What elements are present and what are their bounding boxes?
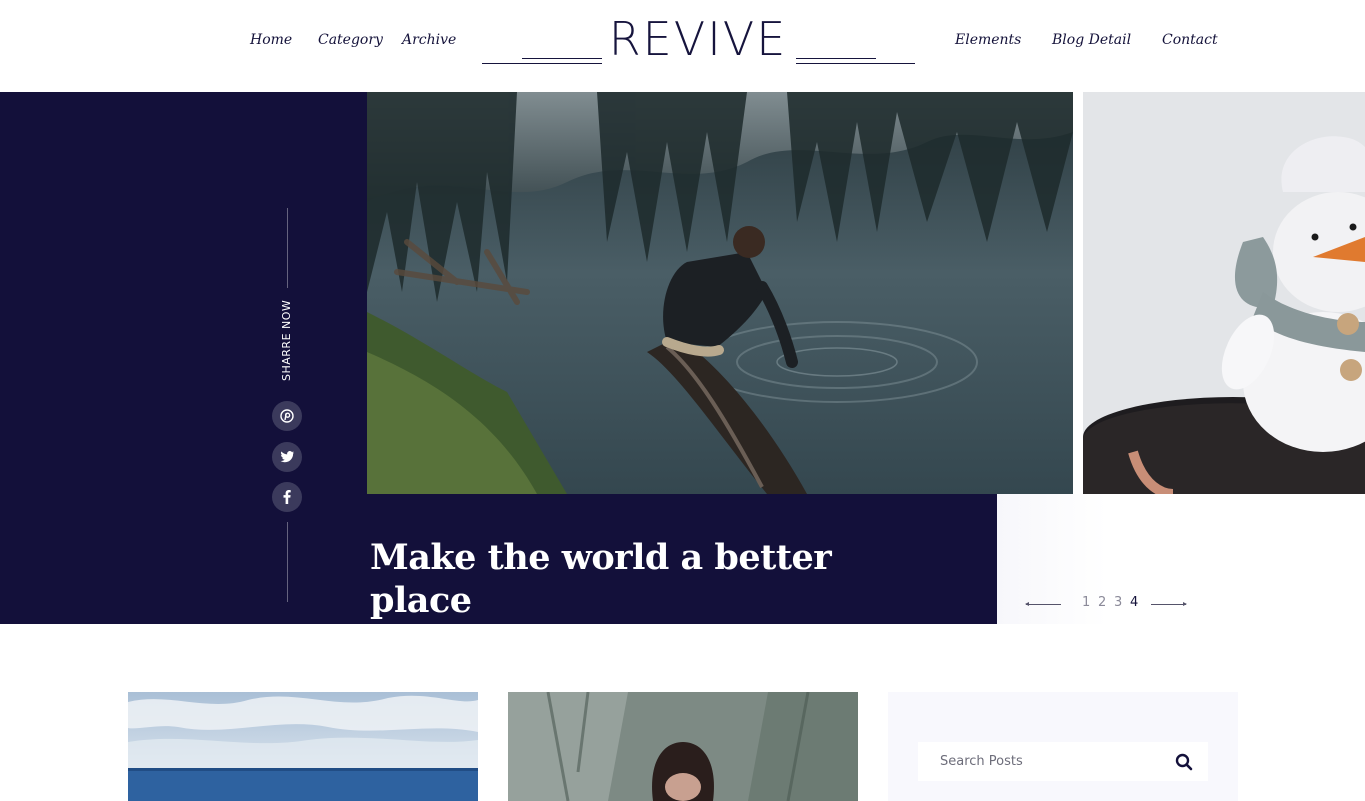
logo-rule-left-bottom: [482, 63, 602, 64]
pinterest-icon[interactable]: [272, 401, 302, 431]
page-4[interactable]: 4: [1130, 595, 1138, 610]
hero-title[interactable]: Make the world a better place with camer…: [370, 536, 930, 665]
hero-title-line-1: Make the world a better place: [370, 537, 832, 621]
logo-rule-right-bottom: [796, 63, 915, 64]
post-card-1-image[interactable]: [128, 692, 478, 801]
search-box: [918, 742, 1208, 781]
hero-image-snowman[interactable]: [1083, 92, 1365, 494]
page-1[interactable]: 1: [1082, 595, 1090, 610]
nav-archive[interactable]: Archive: [402, 32, 456, 48]
share-divider-bottom: [287, 522, 288, 602]
page-2[interactable]: 2: [1098, 595, 1106, 610]
nav-elements[interactable]: Elements: [955, 32, 1021, 48]
site-header: Home Category Archive REVIVE Elements Bl…: [0, 0, 1365, 92]
prev-arrow-icon[interactable]: [1025, 602, 1061, 606]
nav-contact[interactable]: Contact: [1162, 32, 1218, 48]
nav-home[interactable]: Home: [250, 32, 292, 48]
site-logo[interactable]: REVIVE: [600, 12, 796, 66]
search-input[interactable]: [918, 742, 1158, 781]
page-3[interactable]: 3: [1114, 595, 1122, 610]
hero-title-line-2: with camera: [370, 623, 607, 664]
logo-rule-left-top: [522, 58, 602, 59]
logo-rule-right-top: [796, 58, 876, 59]
sidebar-widget: [888, 692, 1238, 801]
search-icon[interactable]: [1174, 752, 1194, 772]
next-arrow-icon[interactable]: [1151, 602, 1187, 606]
nav-category[interactable]: Category: [318, 32, 383, 48]
facebook-icon[interactable]: [272, 482, 302, 512]
post-card-2-image[interactable]: [508, 692, 858, 801]
nav-blog-detail[interactable]: Blog Detail: [1052, 32, 1131, 48]
hero-image-lake[interactable]: [367, 92, 1073, 494]
twitter-icon[interactable]: [272, 442, 302, 472]
share-now-label: SHARRE NOW: [280, 299, 293, 381]
share-divider-top: [287, 208, 288, 288]
